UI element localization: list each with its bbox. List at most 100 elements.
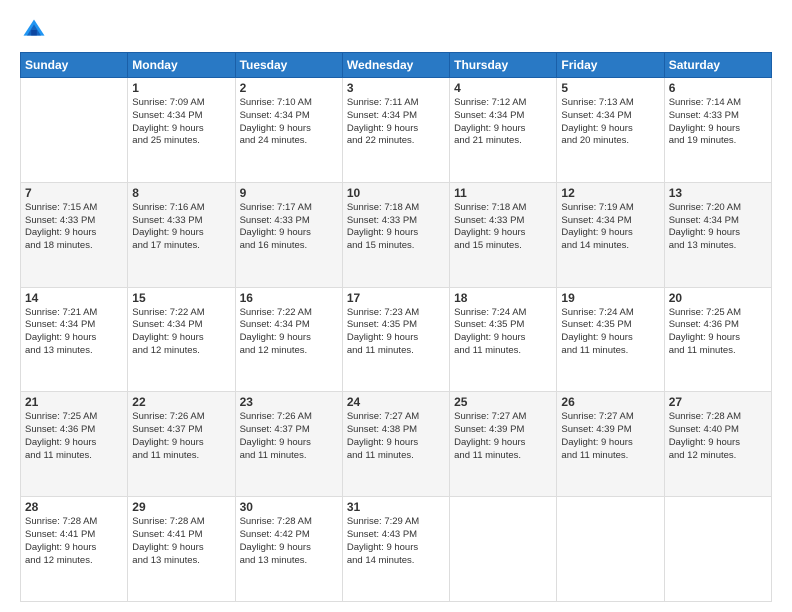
day-number: 1 (132, 81, 230, 95)
day-number: 29 (132, 500, 230, 514)
day-number: 22 (132, 395, 230, 409)
calendar-week-row: 14Sunrise: 7:21 AM Sunset: 4:34 PM Dayli… (21, 287, 772, 392)
day-info: Sunrise: 7:19 AM Sunset: 4:34 PM Dayligh… (561, 202, 659, 253)
day-info: Sunrise: 7:12 AM Sunset: 4:34 PM Dayligh… (454, 97, 552, 148)
day-number: 9 (240, 186, 338, 200)
calendar-day-header: Saturday (664, 53, 771, 78)
calendar-cell: 2 Sunrise: 7:10 AM Sunset: 4:34 PM Daylig… (235, 78, 342, 183)
day-number: 7 (25, 186, 123, 200)
calendar-week-row: 1Sunrise: 7:09 AM Sunset: 4:34 PM Daylig… (21, 78, 772, 183)
calendar-cell: 19 Sunrise: 7:24 AM Sunset: 4:35 PM Dayli… (557, 287, 664, 392)
calendar-week-row: 7Sunrise: 7:15 AM Sunset: 4:33 PM Daylig… (21, 182, 772, 287)
calendar-cell: 9 Sunrise: 7:17 AM Sunset: 4:33 PM Daylig… (235, 182, 342, 287)
day-number: 23 (240, 395, 338, 409)
calendar-cell: 28 Sunrise: 7:28 AM Sunset: 4:41 PM Dayli… (21, 497, 128, 602)
day-number: 5 (561, 81, 659, 95)
day-number: 3 (347, 81, 445, 95)
day-number: 8 (132, 186, 230, 200)
day-number: 17 (347, 291, 445, 305)
calendar-cell: 4 Sunrise: 7:12 AM Sunset: 4:34 PM Daylig… (450, 78, 557, 183)
day-number: 21 (25, 395, 123, 409)
calendar-cell: 27Sunrise: 7:28 AM Sunset: 4:40 PM Dayli… (664, 392, 771, 497)
day-info: Sunrise: 7:10 AM Sunset: 4:34 PM Dayligh… (240, 97, 338, 148)
day-info: Sunrise: 7:18 AM Sunset: 4:33 PM Dayligh… (454, 202, 552, 253)
day-number: 19 (561, 291, 659, 305)
day-number: 11 (454, 186, 552, 200)
day-info: Sunrise: 7:27 AM Sunset: 4:39 PM Dayligh… (454, 411, 552, 462)
day-info: Sunrise: 7:13 AM Sunset: 4:34 PM Dayligh… (561, 97, 659, 148)
calendar-page: SundayMondayTuesdayWednesdayThursdayFrid… (0, 0, 792, 612)
calendar-cell: 17 Sunrise: 7:23 AM Sunset: 4:35 PM Dayli… (342, 287, 449, 392)
day-number: 31 (347, 500, 445, 514)
logo (20, 16, 52, 44)
day-info: Sunrise: 7:23 AM Sunset: 4:35 PM Dayligh… (347, 307, 445, 358)
day-number: 12 (561, 186, 659, 200)
day-info: Sunrise: 7:22 AM Sunset: 4:34 PM Dayligh… (132, 307, 230, 358)
calendar-cell: 8 Sunrise: 7:16 AM Sunset: 4:33 PM Daylig… (128, 182, 235, 287)
calendar-week-row: 28 Sunrise: 7:28 AM Sunset: 4:41 PM Dayli… (21, 497, 772, 602)
calendar-cell: 29 Sunrise: 7:28 AM Sunset: 4:41 PM Dayli… (128, 497, 235, 602)
calendar-cell: 3Sunrise: 7:11 AM Sunset: 4:34 PM Daylig… (342, 78, 449, 183)
calendar-day-header: Friday (557, 53, 664, 78)
calendar-cell: 20 Sunrise: 7:25 AM Sunset: 4:36 PM Dayli… (664, 287, 771, 392)
day-number: 26 (561, 395, 659, 409)
calendar-cell: 12 Sunrise: 7:19 AM Sunset: 4:34 PM Dayli… (557, 182, 664, 287)
day-number: 30 (240, 500, 338, 514)
calendar-cell: 31 Sunrise: 7:29 AM Sunset: 4:43 PM Dayli… (342, 497, 449, 602)
day-number: 25 (454, 395, 552, 409)
calendar-cell: 7Sunrise: 7:15 AM Sunset: 4:33 PM Daylig… (21, 182, 128, 287)
day-number: 24 (347, 395, 445, 409)
calendar-cell: 25 Sunrise: 7:27 AM Sunset: 4:39 PM Dayli… (450, 392, 557, 497)
day-info: Sunrise: 7:17 AM Sunset: 4:33 PM Dayligh… (240, 202, 338, 253)
day-info: Sunrise: 7:29 AM Sunset: 4:43 PM Dayligh… (347, 516, 445, 567)
calendar-week-row: 21 Sunrise: 7:25 AM Sunset: 4:36 PM Dayli… (21, 392, 772, 497)
day-number: 15 (132, 291, 230, 305)
calendar-cell (21, 78, 128, 183)
calendar-cell: 21 Sunrise: 7:25 AM Sunset: 4:36 PM Dayli… (21, 392, 128, 497)
calendar-cell: 23Sunrise: 7:26 AM Sunset: 4:37 PM Dayli… (235, 392, 342, 497)
day-info: Sunrise: 7:18 AM Sunset: 4:33 PM Dayligh… (347, 202, 445, 253)
day-number: 13 (669, 186, 767, 200)
day-info: Sunrise: 7:21 AM Sunset: 4:34 PM Dayligh… (25, 307, 123, 358)
day-number: 10 (347, 186, 445, 200)
calendar-cell: 24 Sunrise: 7:27 AM Sunset: 4:38 PM Dayli… (342, 392, 449, 497)
day-info: Sunrise: 7:27 AM Sunset: 4:39 PM Dayligh… (561, 411, 659, 462)
day-number: 16 (240, 291, 338, 305)
day-number: 6 (669, 81, 767, 95)
calendar-cell: 13 Sunrise: 7:20 AM Sunset: 4:34 PM Dayli… (664, 182, 771, 287)
day-number: 27 (669, 395, 767, 409)
day-info: Sunrise: 7:22 AM Sunset: 4:34 PM Dayligh… (240, 307, 338, 358)
day-info: Sunrise: 7:28 AM Sunset: 4:41 PM Dayligh… (25, 516, 123, 567)
day-number: 20 (669, 291, 767, 305)
day-info: Sunrise: 7:20 AM Sunset: 4:34 PM Dayligh… (669, 202, 767, 253)
calendar-cell: 16 Sunrise: 7:22 AM Sunset: 4:34 PM Dayli… (235, 287, 342, 392)
calendar-day-header: Thursday (450, 53, 557, 78)
calendar-day-header: Monday (128, 53, 235, 78)
day-number: 18 (454, 291, 552, 305)
day-info: Sunrise: 7:25 AM Sunset: 4:36 PM Dayligh… (25, 411, 123, 462)
day-info: Sunrise: 7:24 AM Sunset: 4:35 PM Dayligh… (561, 307, 659, 358)
day-info: Sunrise: 7:14 AM Sunset: 4:33 PM Dayligh… (669, 97, 767, 148)
calendar-cell: 6 Sunrise: 7:14 AM Sunset: 4:33 PM Daylig… (664, 78, 771, 183)
calendar-cell: 15 Sunrise: 7:22 AM Sunset: 4:34 PM Dayli… (128, 287, 235, 392)
day-number: 4 (454, 81, 552, 95)
day-info: Sunrise: 7:27 AM Sunset: 4:38 PM Dayligh… (347, 411, 445, 462)
calendar-day-header: Sunday (21, 53, 128, 78)
day-info: Sunrise: 7:25 AM Sunset: 4:36 PM Dayligh… (669, 307, 767, 358)
calendar-cell: 5 Sunrise: 7:13 AM Sunset: 4:34 PM Daylig… (557, 78, 664, 183)
page-header (20, 16, 772, 44)
calendar-cell (664, 497, 771, 602)
calendar-cell: 14Sunrise: 7:21 AM Sunset: 4:34 PM Dayli… (21, 287, 128, 392)
day-info: Sunrise: 7:16 AM Sunset: 4:33 PM Dayligh… (132, 202, 230, 253)
day-info: Sunrise: 7:26 AM Sunset: 4:37 PM Dayligh… (132, 411, 230, 462)
day-info: Sunrise: 7:28 AM Sunset: 4:41 PM Dayligh… (132, 516, 230, 567)
calendar-table: SundayMondayTuesdayWednesdayThursdayFrid… (20, 52, 772, 602)
calendar-day-header: Tuesday (235, 53, 342, 78)
calendar-cell: 10 Sunrise: 7:18 AM Sunset: 4:33 PM Dayli… (342, 182, 449, 287)
day-number: 28 (25, 500, 123, 514)
day-info: Sunrise: 7:24 AM Sunset: 4:35 PM Dayligh… (454, 307, 552, 358)
calendar-day-header: Wednesday (342, 53, 449, 78)
calendar-cell: 30Sunrise: 7:28 AM Sunset: 4:42 PM Dayli… (235, 497, 342, 602)
day-number: 2 (240, 81, 338, 95)
calendar-cell: 11 Sunrise: 7:18 AM Sunset: 4:33 PM Dayli… (450, 182, 557, 287)
